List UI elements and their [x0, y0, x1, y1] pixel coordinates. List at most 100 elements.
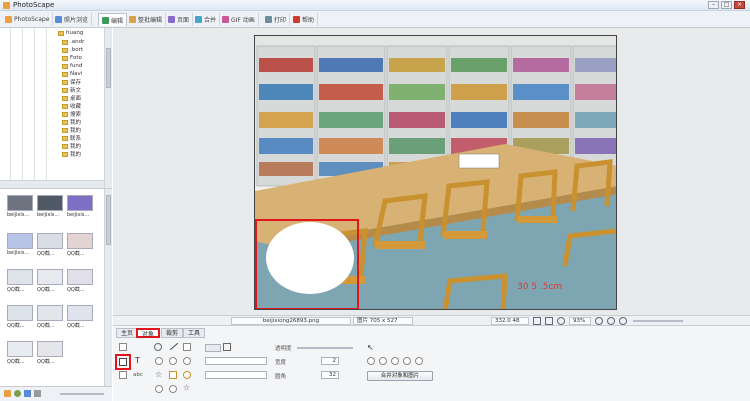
stamp-tool-icon[interactable] — [119, 371, 127, 379]
shape-tool-icon[interactable] — [169, 385, 177, 393]
star-outline-tool-icon[interactable]: ☆ — [183, 383, 190, 392]
tree-item[interactable]: .bort — [62, 46, 83, 54]
tree-item[interactable]: Navi — [62, 70, 82, 78]
copy-object-icon[interactable] — [391, 357, 399, 365]
view-icon[interactable] — [24, 390, 31, 397]
folder-tree[interactable]: huang .andr .bort Foto fund Navi 保存 新文 桌… — [0, 28, 112, 188]
close-button[interactable]: × — [734, 1, 745, 9]
zoom-in-icon[interactable] — [595, 317, 603, 325]
tree-item[interactable]: 收藏 — [62, 102, 81, 110]
abc-tool-icon[interactable]: abc — [133, 372, 143, 378]
tree-hscrollbar[interactable] — [0, 180, 104, 188]
tab-tools[interactable]: 工具 — [183, 328, 206, 338]
tab-editor[interactable]: 编辑 — [98, 13, 128, 26]
tree-item[interactable]: huang — [58, 29, 83, 37]
merge-objects-button[interactable]: 合并对象和图片 — [367, 371, 433, 381]
status-bar: beijixiong26893.png 图片 705 x 527 332.0 4… — [113, 315, 750, 326]
thumbnail-item[interactable]: QQ截... — [67, 269, 93, 295]
tab-combine[interactable]: 合并 — [192, 13, 221, 26]
magnifier-icon[interactable] — [154, 343, 162, 351]
width-input[interactable]: 2 — [321, 357, 339, 365]
line-tool-icon[interactable] — [169, 342, 179, 351]
thumbnail-item[interactable]: QQ截... — [37, 305, 63, 331]
thumbnail-item[interactable]: beijixis... — [67, 195, 93, 221]
line-style-dropdown[interactable] — [205, 357, 267, 365]
tree-scrollbar[interactable] — [104, 28, 112, 188]
tab-batch-editor[interactable]: 整批编辑 — [126, 13, 167, 26]
tree-item[interactable]: 新文 — [62, 86, 81, 94]
tab-gif[interactable]: GIF 动画 — [219, 13, 259, 26]
tab-help[interactable]: 帮助 — [290, 13, 319, 26]
thumbnail-item[interactable]: beijixis... — [37, 195, 63, 221]
zoom-slider[interactable] — [633, 320, 683, 322]
ellipse-tool-icon[interactable] — [169, 357, 177, 365]
tree-scroll-thumb[interactable] — [106, 48, 111, 88]
thumbnail-image — [67, 195, 93, 211]
balloon-tool-icon[interactable] — [119, 358, 127, 366]
tab-object[interactable]: 对象 — [136, 328, 161, 338]
thumbnail-size-slider[interactable] — [60, 393, 104, 395]
printer-icon — [265, 16, 272, 23]
thumbnail-item[interactable]: QQ截... — [7, 341, 33, 367]
tree-item[interactable]: fund — [62, 62, 82, 70]
zoom-out-icon[interactable] — [607, 317, 615, 325]
maximize-button[interactable]: □ — [721, 1, 732, 9]
arrow-style-dropdown[interactable] — [205, 371, 267, 379]
ring-tool-icon[interactable] — [183, 357, 191, 365]
fit-icon[interactable] — [533, 317, 541, 325]
photo-tool-icon[interactable] — [119, 343, 127, 351]
color-picker[interactable] — [205, 344, 221, 352]
sort-icon[interactable] — [34, 390, 41, 397]
paste-object-icon[interactable] — [403, 357, 411, 365]
edited-photo[interactable]: 30 5 .5cm — [254, 35, 617, 310]
tab-print[interactable]: 打印 — [262, 13, 291, 26]
tree-item[interactable]: 我的 — [62, 150, 81, 158]
round-frame-tool-icon[interactable] — [183, 371, 191, 379]
tree-item[interactable]: 联系 — [62, 134, 81, 142]
star-tool-icon[interactable]: ☆ — [155, 370, 162, 379]
tab-viewer[interactable]: 照片浏览 — [52, 13, 93, 26]
zoom-fit-icon[interactable] — [557, 317, 565, 325]
refresh-icon[interactable] — [14, 390, 21, 397]
rectangle-tool-icon[interactable] — [183, 343, 191, 351]
thumbnail-item[interactable]: QQ截... — [7, 305, 33, 331]
tree-item[interactable]: 保存 — [62, 78, 81, 86]
opacity-slider[interactable] — [297, 347, 353, 349]
thumbnail-item[interactable]: QQ截... — [67, 233, 93, 259]
text-tool-icon[interactable]: T — [135, 356, 140, 365]
thumbnail-item[interactable]: QQ截... — [67, 305, 93, 331]
minimize-button[interactable]: – — [708, 1, 719, 9]
thumbnail-item[interactable]: QQ截... — [37, 233, 63, 259]
tree-item[interactable]: 桌面 — [62, 94, 81, 102]
thumbnail-scroll-thumb[interactable] — [106, 195, 111, 245]
tree-item[interactable]: 我的 — [62, 118, 81, 126]
eyedropper-icon[interactable] — [223, 343, 231, 351]
bubble-tool-icon[interactable] — [155, 385, 163, 393]
thumbnail-scrollbar[interactable] — [104, 189, 112, 387]
tree-item[interactable]: 搜索 — [62, 110, 81, 118]
tree-item[interactable]: 我的 — [62, 142, 81, 150]
tab-page[interactable]: 页面 — [165, 13, 194, 26]
select-cursor-icon[interactable]: ↖ — [367, 343, 374, 352]
send-back-icon[interactable] — [379, 357, 387, 365]
tab-photoscape[interactable]: PhotoScape — [2, 13, 54, 26]
delete-object-icon[interactable] — [415, 357, 423, 365]
thumbnail-item[interactable]: QQ截... — [37, 341, 63, 367]
bring-front-icon[interactable] — [367, 357, 375, 365]
tree-item[interactable]: 我的 — [62, 126, 81, 134]
round-input[interactable]: 32 — [321, 371, 339, 379]
thumbnail-item[interactable]: QQ截... — [7, 269, 33, 295]
thumbnail-item[interactable]: beijixis... — [7, 233, 33, 259]
rotate-icon[interactable] — [619, 317, 627, 325]
frame-tool-icon[interactable] — [169, 371, 177, 379]
folder-icon — [62, 111, 68, 117]
tab-crop[interactable]: 裁剪 — [161, 328, 184, 338]
thumbnail-item[interactable]: beijixis... — [7, 195, 33, 221]
circle-tool-icon[interactable] — [155, 357, 163, 365]
tree-item[interactable]: Foto — [62, 54, 82, 62]
actual-size-icon[interactable] — [545, 317, 553, 325]
tree-item[interactable]: .andr — [62, 38, 84, 46]
folder-up-icon[interactable] — [4, 390, 11, 397]
thumbnail-item[interactable]: QQ截... — [37, 269, 63, 295]
tab-home[interactable]: 主页 — [116, 328, 139, 338]
